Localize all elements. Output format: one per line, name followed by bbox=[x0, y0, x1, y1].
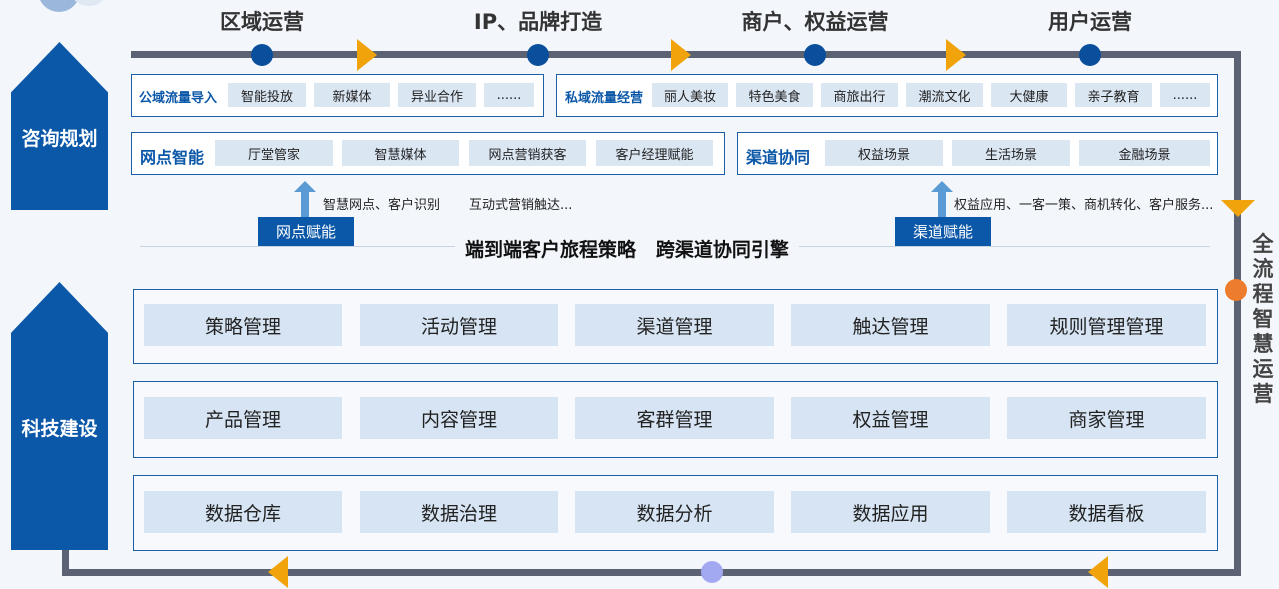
private-flow-chip: 商旅出行 bbox=[821, 83, 898, 107]
orange-dot bbox=[1225, 279, 1247, 301]
full-process-label: 全流程智慧运营 bbox=[1252, 232, 1274, 406]
channel-enable-badge: 渠道赋能 bbox=[895, 217, 991, 246]
module-cell: 客群管理 bbox=[575, 397, 774, 439]
branch-enable-badge: 网点赋能 bbox=[258, 217, 354, 246]
module-cell: 内容管理 bbox=[360, 397, 558, 439]
consulting-planning-label: 咨询规划 bbox=[11, 42, 108, 210]
channel-collab-chip: 权益场景 bbox=[825, 140, 943, 166]
public-flow-chip: ...... bbox=[484, 83, 534, 107]
branch-smart-chip: 智慧媒体 bbox=[342, 140, 459, 166]
channel-note: 权益应用、一客一策、商机转化、客户服务... bbox=[954, 198, 1214, 213]
module-cell: 数据治理 bbox=[360, 491, 558, 533]
stage-dot bbox=[1079, 44, 1101, 66]
module-cell: 数据应用 bbox=[791, 491, 990, 533]
flow-arrow-down bbox=[1221, 200, 1255, 217]
module-cell: 策略管理 bbox=[144, 304, 342, 346]
branch-note: 智慧网点、客户识别 bbox=[323, 198, 441, 213]
flow-arrow-right bbox=[946, 39, 966, 71]
channel-collab-title: 渠道协同 bbox=[746, 148, 811, 167]
flow-arrow-right bbox=[357, 39, 377, 71]
tech-build-label: 科技建设 bbox=[11, 282, 108, 550]
module-cell: 数据分析 bbox=[575, 491, 774, 533]
process-track-right bbox=[1234, 51, 1241, 576]
private-flow-chip: 大健康 bbox=[991, 83, 1067, 107]
branch-smart-chip: 网点营销获客 bbox=[469, 140, 586, 166]
module-cell: 产品管理 bbox=[144, 397, 342, 439]
branch-smart-chip: 客户经理赋能 bbox=[596, 140, 713, 166]
up-arrow-icon bbox=[294, 181, 316, 217]
flow-arrow-left bbox=[268, 556, 288, 588]
stage-title: IP、品牌打造 bbox=[473, 10, 603, 34]
private-flow-chip: 特色美食 bbox=[736, 83, 813, 107]
channel-collab-chip: 生活场景 bbox=[952, 140, 1070, 166]
flow-arrow-right bbox=[671, 39, 691, 71]
public-flow-chip: 异业合作 bbox=[398, 83, 476, 107]
private-flow-chip: 潮流文化 bbox=[906, 83, 983, 107]
private-flow-chip: ...... bbox=[1160, 83, 1210, 107]
branch-note: 互动式营销触达... bbox=[469, 198, 573, 213]
process-track-bottom bbox=[62, 569, 1241, 576]
public-flow-chip: 智能投放 bbox=[228, 83, 306, 107]
module-cell: 权益管理 bbox=[791, 397, 990, 439]
stage-title: 商户、权益运营 bbox=[741, 10, 889, 34]
lavender-dot bbox=[701, 561, 723, 583]
public-flow-title: 公域流量导入 bbox=[139, 91, 218, 106]
stage-dot bbox=[251, 44, 273, 66]
module-cell: 渠道管理 bbox=[575, 304, 774, 346]
module-cell: 数据看板 bbox=[1007, 491, 1206, 533]
flow-arrow-left bbox=[1088, 556, 1108, 588]
side-label-text: 科技建设 bbox=[21, 417, 98, 440]
module-cell: 规则管理管理 bbox=[1007, 304, 1206, 346]
branch-smart-title: 网点智能 bbox=[140, 148, 205, 167]
module-cell: 数据仓库 bbox=[144, 491, 342, 533]
channel-collab-chip: 金融场景 bbox=[1079, 140, 1210, 166]
decor-circle bbox=[38, 0, 80, 12]
stage-dot bbox=[527, 44, 549, 66]
up-arrow-icon bbox=[931, 181, 953, 217]
side-label-text: 咨询规划 bbox=[21, 127, 98, 150]
private-flow-chip: 丽人美妆 bbox=[652, 83, 728, 107]
module-cell: 触达管理 bbox=[791, 304, 990, 346]
private-flow-chip: 亲子教育 bbox=[1075, 83, 1152, 107]
stage-title: 区域运营 bbox=[220, 10, 304, 34]
center-title: 端到端客户旅程策略 跨渠道协同引擎 bbox=[455, 231, 799, 266]
stage-dot bbox=[804, 44, 826, 66]
module-cell: 商家管理 bbox=[1007, 397, 1206, 439]
branch-smart-chip: 厅堂管家 bbox=[215, 140, 333, 166]
stage-title: 用户运营 bbox=[1048, 10, 1132, 34]
public-flow-chip: 新媒体 bbox=[314, 83, 390, 107]
private-flow-title: 私域流量经营 bbox=[565, 91, 644, 106]
module-cell: 活动管理 bbox=[360, 304, 558, 346]
